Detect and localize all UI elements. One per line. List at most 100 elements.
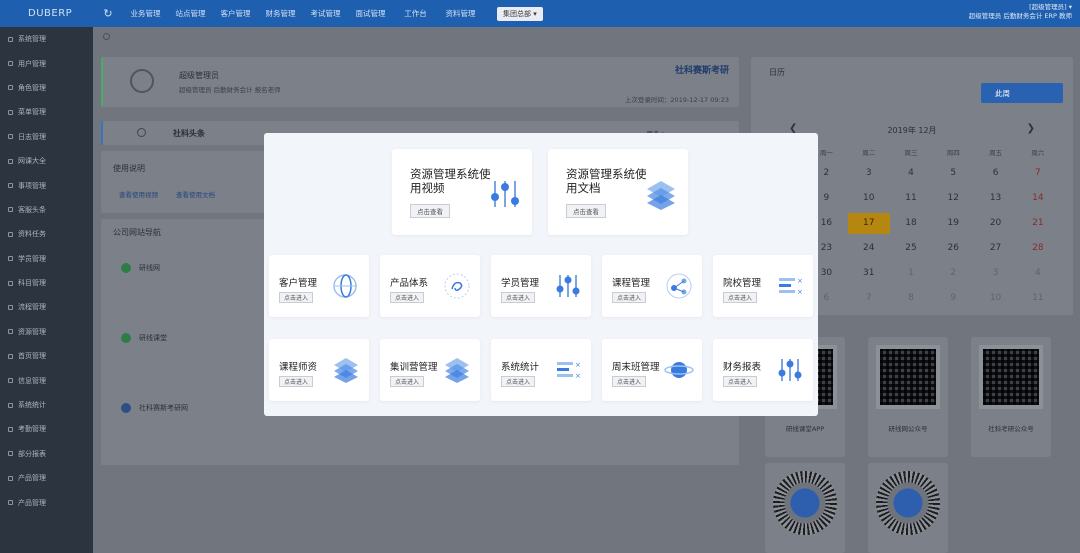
sidebar-item[interactable]: 客服头条 <box>0 198 93 222</box>
sidebar-item-label: 产品管理 <box>18 498 46 507</box>
sidebar-item[interactable]: 首页管理 <box>0 344 93 368</box>
calendar-day[interactable]: 31 <box>848 263 890 284</box>
calendar-day[interactable]: 9 <box>932 288 974 309</box>
calendar-day[interactable]: 26 <box>932 238 974 259</box>
sidebar-item[interactable]: 科目管理 <box>0 271 93 295</box>
calendar-day[interactable]: 6 <box>974 163 1016 184</box>
module-card[interactable]: 产品体系 点击进入 <box>380 255 480 317</box>
help-doc-link[interactable]: 查看使用文档 <box>176 189 215 199</box>
sidebar-item[interactable]: 系统管理 <box>0 27 93 51</box>
view-button[interactable]: 点击查看 <box>410 204 450 218</box>
sidebar-item[interactable]: 事项管理 <box>0 173 93 197</box>
sidebar-item[interactable]: 学员管理 <box>0 247 93 271</box>
module-card[interactable]: 集训营管理 点击进入 <box>380 339 480 401</box>
calendar-day[interactable]: 17 <box>847 213 890 234</box>
resource-doc-card[interactable]: 资源管理系统使用文档 点击查看 <box>548 149 688 235</box>
calendar-day[interactable]: 2 <box>932 263 974 284</box>
sidebar-item[interactable]: 流程管理 <box>0 295 93 319</box>
calendar-day[interactable]: 4 <box>1017 263 1059 284</box>
group-select-button[interactable]: 集团总部 ▾ <box>497 6 543 21</box>
calendar-day[interactable]: 20 <box>974 213 1016 234</box>
module-card[interactable]: 课程管理 点击进入 <box>602 255 702 317</box>
enter-button[interactable]: 点击进入 <box>279 376 314 387</box>
module-card[interactable]: 周末班管理 点击进入 <box>602 339 702 401</box>
enter-button[interactable]: 点击进入 <box>390 376 425 387</box>
calendar-day[interactable]: 24 <box>848 238 890 259</box>
view-button[interactable]: 点击查看 <box>566 204 606 218</box>
enter-button[interactable]: 点击进入 <box>723 292 758 303</box>
sidebar-item[interactable]: 部分报表 <box>0 442 93 466</box>
sidebar-item[interactable]: 日志管理 <box>0 125 93 149</box>
calendar-day[interactable]: 3 <box>848 163 890 184</box>
calendar-day[interactable]: 7 <box>1017 163 1059 184</box>
refresh-icon[interactable]: ↻ <box>93 7 123 20</box>
calendar-day[interactable]: 10 <box>974 288 1016 309</box>
module-title: 产品体系 <box>390 278 429 289</box>
sidebar-item[interactable]: 产品管理 <box>0 466 93 490</box>
calendar-day[interactable]: 5 <box>932 163 974 184</box>
sidebar-item[interactable]: 用户管理 <box>0 51 93 75</box>
calendar-day[interactable]: 27 <box>974 238 1016 259</box>
breadcrumb-icon[interactable] <box>103 33 110 40</box>
calendar-day[interactable]: 28 <box>1017 238 1059 259</box>
calendar-day[interactable]: 13 <box>974 188 1016 209</box>
site-item[interactable]: 社科赛斯考研网 <box>121 403 188 414</box>
sidebar-item[interactable]: 产品管理 <box>0 490 93 514</box>
calendar-day[interactable]: 14 <box>1017 188 1059 209</box>
calendar-day[interactable]: 18 <box>890 213 932 234</box>
module-card[interactable]: 课程师资 点击进入 <box>269 339 369 401</box>
sidebar-item[interactable]: 菜单管理 <box>0 100 93 124</box>
sidebar-item[interactable]: 资料任务 <box>0 222 93 246</box>
module-card[interactable]: 学员管理 点击进入 <box>491 255 591 317</box>
sidebar-item[interactable]: 信息管理 <box>0 368 93 392</box>
calendar-day[interactable]: 8 <box>890 288 932 309</box>
enter-button[interactable]: 点击进入 <box>723 376 758 387</box>
calendar-day[interactable]: 7 <box>848 288 890 309</box>
calendar-day[interactable]: 1 <box>890 263 932 284</box>
topnav-item[interactable]: 客户管理 <box>213 8 258 19</box>
week-button[interactable]: 此周 <box>981 83 1063 103</box>
calendar-day[interactable]: 4 <box>890 163 932 184</box>
sidebar-item-label: 学员管理 <box>18 254 46 263</box>
sidebar-item[interactable]: 考勤管理 <box>0 417 93 441</box>
module-card[interactable]: 系统统计 点击进入 × × <box>491 339 591 401</box>
site-item[interactable]: 研线网 <box>121 263 160 274</box>
enter-button[interactable]: 点击进入 <box>501 376 536 387</box>
calendar-day[interactable]: 25 <box>890 238 932 259</box>
calendar-day[interactable]: 19 <box>932 213 974 234</box>
module-card[interactable]: 财务报表 点击进入 <box>713 339 813 401</box>
topnav-item[interactable]: 考试管理 <box>303 8 348 19</box>
topnav-item[interactable]: 财务管理 <box>258 8 303 19</box>
module-title: 学员管理 <box>501 278 540 289</box>
module-title: 院校管理 <box>723 278 762 289</box>
user-menu[interactable]: [超级管理员] ▾ 超级管理员 后勤财务会计 ERP 教师 <box>969 3 1072 21</box>
module-card[interactable]: 院校管理 点击进入 × × <box>713 255 813 317</box>
calendar-day[interactable]: 11 <box>1017 288 1059 309</box>
calendar-day[interactable]: 21 <box>1017 213 1059 234</box>
topnav-item[interactable]: 站点管理 <box>168 8 213 19</box>
help-video-link[interactable]: 查看使用视频 <box>119 189 158 199</box>
enter-button[interactable]: 点击进入 <box>501 292 536 303</box>
enter-button[interactable]: 点击进入 <box>279 292 314 303</box>
enter-button[interactable]: 点击进入 <box>390 292 425 303</box>
calendar-day[interactable]: 10 <box>848 188 890 209</box>
calendar-day[interactable]: 12 <box>932 188 974 209</box>
enter-button[interactable]: 点击进入 <box>612 376 647 387</box>
sidebar-item[interactable]: 系统统计 <box>0 393 93 417</box>
topnav-item[interactable]: 业务管理 <box>123 8 168 19</box>
next-month-icon[interactable]: ❯ <box>1027 123 1035 134</box>
calendar-day[interactable]: 3 <box>974 263 1016 284</box>
sidebar-item[interactable]: 角色管理 <box>0 76 93 100</box>
sidebar-item[interactable]: 网课大全 <box>0 149 93 173</box>
topnav-item[interactable]: 面试管理 <box>348 8 393 19</box>
enter-button[interactable]: 点击进入 <box>612 292 647 303</box>
topnav-item[interactable]: 工作台 <box>393 8 438 19</box>
sidebar-item[interactable]: 资源管理 <box>0 320 93 344</box>
site-item[interactable]: 研线课堂 <box>121 333 167 344</box>
qr-label: 社科考研公众号 <box>988 425 1034 433</box>
resource-video-card[interactable]: 资源管理系统使用视频 点击查看 <box>392 149 532 235</box>
menu-icon <box>8 158 13 164</box>
topnav-item[interactable]: 资料管理 <box>438 8 483 19</box>
calendar-day[interactable]: 11 <box>890 188 932 209</box>
module-card[interactable]: 客户管理 点击进入 <box>269 255 369 317</box>
